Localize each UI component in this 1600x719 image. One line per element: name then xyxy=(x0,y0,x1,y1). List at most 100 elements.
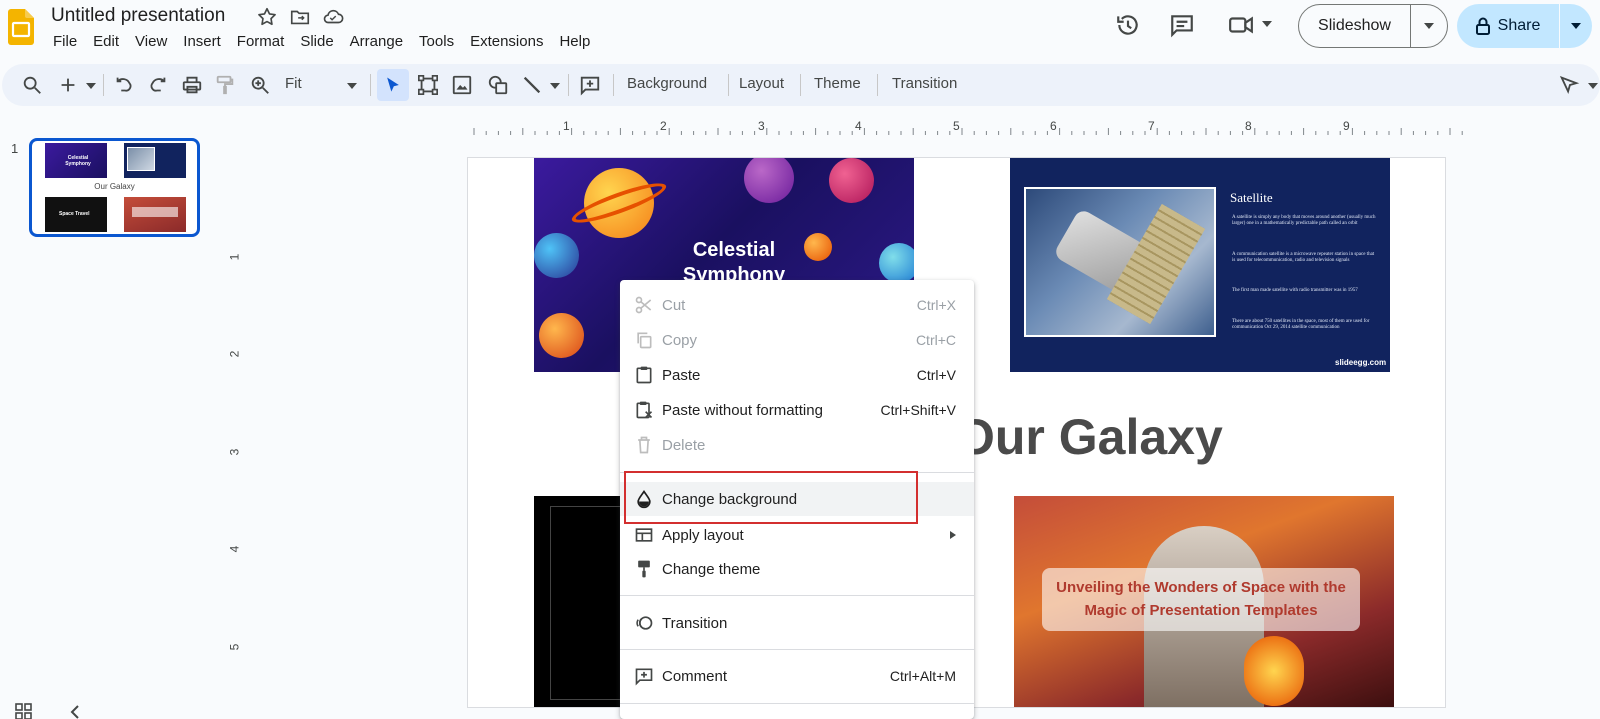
theme-button[interactable]: Theme xyxy=(814,75,861,92)
share-button[interactable]: Share xyxy=(1457,4,1592,48)
ruler-ticks xyxy=(473,128,1463,135)
insert-image-icon[interactable] xyxy=(451,74,473,96)
ruler-num: 2 xyxy=(227,350,242,358)
toolbar: Fit Background Layout Theme Transition xyxy=(2,64,1600,106)
transition-button[interactable]: Transition xyxy=(892,75,957,92)
annotation-highlight-box xyxy=(624,471,918,524)
menu-label: Paste without formatting xyxy=(662,401,823,419)
pen-pointer-icon[interactable] xyxy=(1558,74,1580,96)
background-button[interactable]: Background xyxy=(627,75,707,92)
redo-icon[interactable] xyxy=(147,74,169,96)
collapse-panel-icon[interactable] xyxy=(70,705,80,719)
toolbar-separator xyxy=(568,74,569,96)
chevron-down-icon xyxy=(1571,23,1581,29)
cloud-saved-icon[interactable] xyxy=(322,6,344,28)
satellite-slide-image[interactable]: Satellite A satellite is simply any body… xyxy=(1010,158,1390,372)
menu-help[interactable]: Help xyxy=(559,33,598,50)
slide-title[interactable]: Our Galaxy xyxy=(956,408,1223,466)
ruler-num: 9 xyxy=(1343,119,1350,133)
menu-item-copy[interactable]: Copy Ctrl+C xyxy=(620,323,974,357)
line-icon[interactable] xyxy=(521,74,543,96)
comments-icon[interactable] xyxy=(1169,12,1195,38)
slideshow-dropdown[interactable] xyxy=(1411,23,1447,29)
toolbar-separator xyxy=(103,74,104,96)
menu-item-transition[interactable]: Transition xyxy=(620,606,974,640)
toolbar-separator xyxy=(728,74,729,96)
layout-icon xyxy=(635,528,653,542)
zoom-dropdown-icon[interactable] xyxy=(347,83,357,89)
add-comment-icon[interactable] xyxy=(579,74,601,96)
thumb-image-2 xyxy=(124,143,186,178)
menu-extensions[interactable]: Extensions xyxy=(470,33,551,50)
slideegg-label: slideegg.com xyxy=(1335,358,1387,367)
ruler-num: 4 xyxy=(855,119,862,133)
share-dropdown[interactable] xyxy=(1560,23,1592,29)
zoom-select[interactable]: Fit xyxy=(285,75,302,92)
paint-roller-icon xyxy=(638,560,650,578)
meet-camera-icon[interactable] xyxy=(1228,12,1254,38)
menu-edit[interactable]: Edit xyxy=(93,33,127,50)
menu-item-paste-without-formatting[interactable]: Paste without formatting Ctrl+Shift+V xyxy=(620,393,974,427)
menu-bar: File Edit View Insert Format Slide Arran… xyxy=(53,33,606,50)
paint-format-icon[interactable] xyxy=(214,74,236,96)
menu-insert[interactable]: Insert xyxy=(183,33,229,50)
menu-file[interactable]: File xyxy=(53,33,85,50)
search-menus-icon[interactable] xyxy=(21,74,43,96)
menu-arrange[interactable]: Arrange xyxy=(350,33,411,50)
horizontal-ruler: 1 2 3 4 5 6 7 8 9 xyxy=(242,119,1600,137)
menu-item-paste[interactable]: Paste Ctrl+V xyxy=(620,358,974,392)
satellite-bullet: There are about 750 satellites in the sp… xyxy=(1232,319,1370,330)
menu-label: Comment xyxy=(662,667,728,685)
menu-item-comment[interactable]: Comment Ctrl+Alt+M xyxy=(620,659,974,693)
cursor-arrow-icon xyxy=(387,77,399,92)
select-frame-icon[interactable] xyxy=(417,74,439,96)
slideshow-label[interactable]: Slideshow xyxy=(1299,5,1411,47)
undo-icon[interactable] xyxy=(113,74,135,96)
ruler-num: 6 xyxy=(1050,119,1057,133)
ruler-num: 3 xyxy=(227,448,242,456)
document-title[interactable]: Untitled presentation xyxy=(51,5,225,27)
pen-dropdown-icon[interactable] xyxy=(1588,83,1598,89)
thumb-text-3: Space Travel xyxy=(59,211,90,217)
menu-item-cut[interactable]: Cut Ctrl+X xyxy=(620,288,974,322)
chevron-down-icon xyxy=(1424,23,1434,29)
version-history-icon[interactable] xyxy=(1115,12,1141,38)
menu-label: Paste xyxy=(662,366,701,384)
lock-icon xyxy=(1475,17,1490,35)
satellite-bullet: The first man made satellite with radio … xyxy=(1232,288,1358,293)
share-label: Share xyxy=(1497,17,1541,34)
slide-thumbnail[interactable]: Celestial Symphony Our Galaxy Space Trav… xyxy=(29,138,200,237)
slide-number: 1 xyxy=(11,141,19,156)
move-folder-icon[interactable] xyxy=(289,6,311,28)
menu-format[interactable]: Format xyxy=(237,33,293,50)
transition-icon xyxy=(636,616,653,630)
menu-slide[interactable]: Slide xyxy=(300,33,341,50)
menu-view[interactable]: View xyxy=(135,33,175,50)
new-slide-dropdown-icon[interactable] xyxy=(86,83,96,89)
thumb-image-1: Celestial Symphony xyxy=(45,143,107,178)
grid-view-icon[interactable] xyxy=(15,703,33,719)
thumb-image-3: Space Travel xyxy=(45,197,107,232)
slides-logo-icon[interactable] xyxy=(8,9,34,45)
toolbar-separator xyxy=(877,74,878,96)
menu-separator xyxy=(620,703,974,704)
menu-item-delete[interactable]: Delete xyxy=(620,428,974,462)
select-tool-button[interactable] xyxy=(377,69,409,101)
new-slide-icon[interactable] xyxy=(57,74,79,96)
zoom-icon[interactable] xyxy=(249,74,271,96)
menu-label: Transition xyxy=(662,614,728,632)
satellite-bullet: A communication satellite is a microwave… xyxy=(1232,252,1375,263)
print-icon[interactable] xyxy=(181,74,203,96)
shape-icon[interactable] xyxy=(487,74,509,96)
menu-separator xyxy=(620,595,974,596)
star-icon[interactable] xyxy=(256,6,278,28)
meet-dropdown-icon[interactable] xyxy=(1262,20,1272,28)
menu-tools[interactable]: Tools xyxy=(419,33,462,50)
share-main[interactable]: Share xyxy=(1457,4,1560,48)
add-comment-icon xyxy=(635,668,653,686)
slideshow-button[interactable]: Slideshow xyxy=(1298,4,1448,48)
menu-item-change-theme[interactable]: Change theme xyxy=(620,552,974,586)
line-dropdown-icon[interactable] xyxy=(550,83,560,89)
layout-button[interactable]: Layout xyxy=(739,75,784,92)
astronaut-image[interactable]: Unveiling the Wonders of Space with the … xyxy=(1014,496,1394,707)
